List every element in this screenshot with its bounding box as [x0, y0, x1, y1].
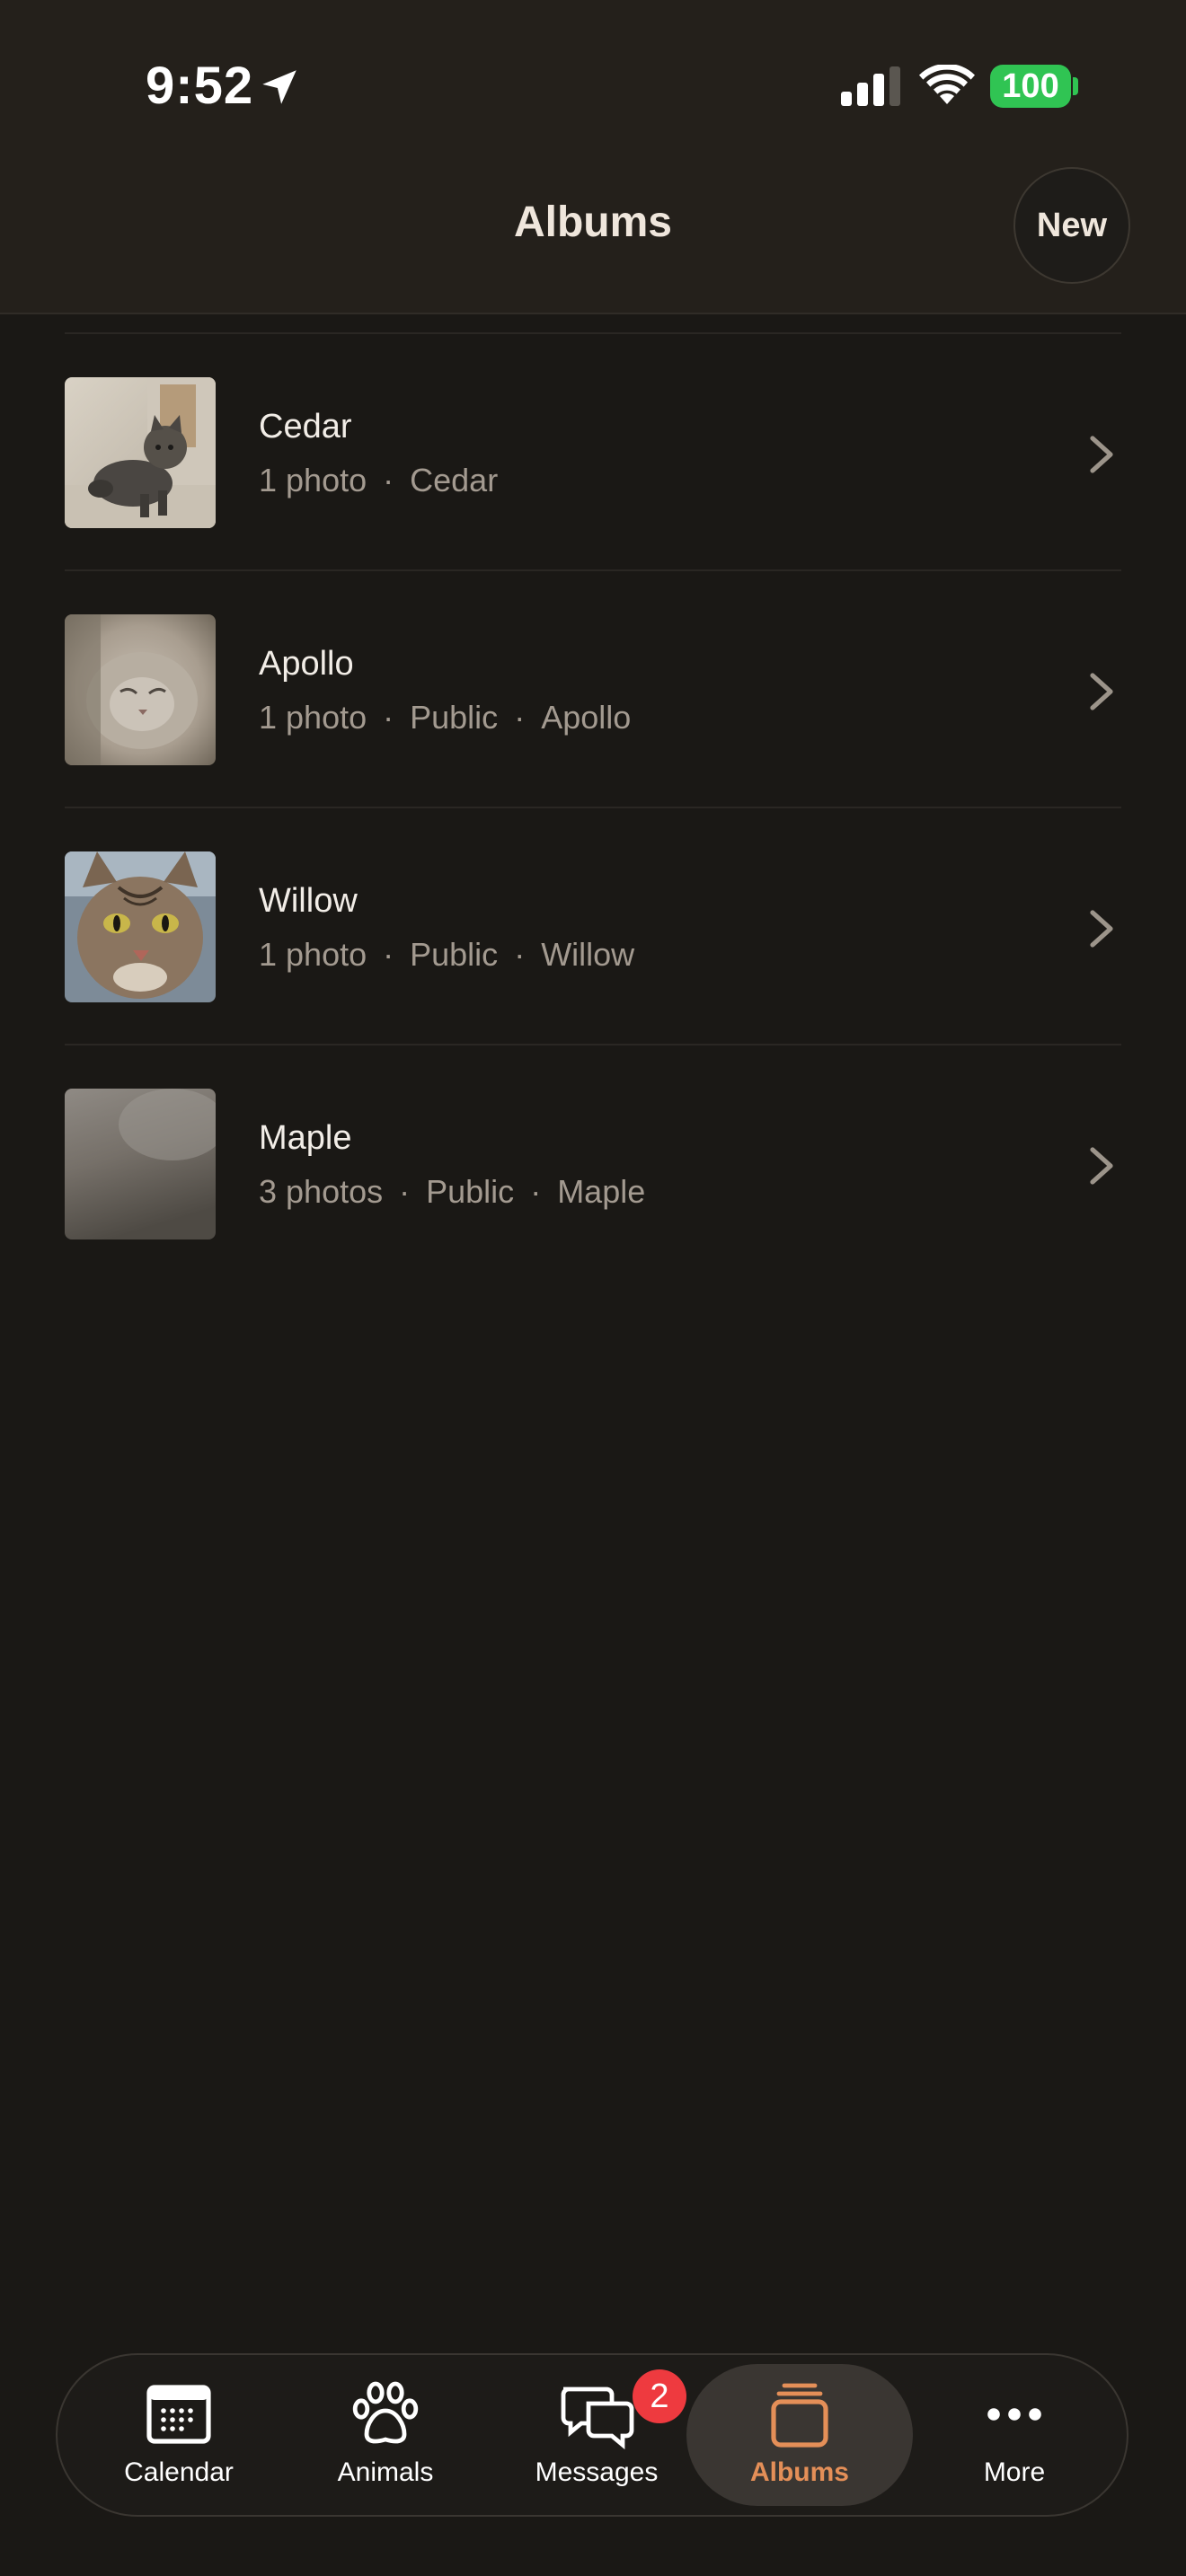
chevron-right-icon [1090, 910, 1113, 948]
album-row-willow[interactable]: Willow 1 photo · Public · Willow [65, 807, 1121, 1044]
album-tag: Public [410, 936, 499, 973]
album-row-maple[interactable]: Maple 3 photos · Public · Maple [65, 1044, 1121, 1281]
photo-count: 1 photo [259, 936, 367, 973]
separator: · [530, 1173, 542, 1210]
album-meta: 1 photo · Public · Willow [259, 936, 634, 974]
wifi-icon [919, 65, 975, 104]
album-tag: Willow [541, 936, 635, 973]
album-name: Willow [259, 882, 358, 920]
photo-count: 1 photo [259, 462, 367, 498]
photo-count: 1 photo [259, 699, 367, 736]
more-icon [987, 2408, 1041, 2421]
unread-badge: 2 [633, 2369, 686, 2423]
tab-label: More [983, 2457, 1046, 2487]
album-name: Apollo [259, 645, 354, 683]
photo-count: 3 photos [259, 1173, 384, 1210]
status-time: 9:52 [146, 57, 254, 115]
tab-label: Albums [749, 2457, 849, 2487]
chevron-right-icon [1090, 1147, 1113, 1185]
album-thumbnail [65, 851, 216, 1002]
calendar-icon [146, 2385, 211, 2444]
album-meta: 3 photos · Public · Maple [259, 1173, 645, 1211]
tab-more[interactable]: More [938, 2355, 1091, 2515]
tab-animals[interactable]: Animals [309, 2355, 462, 2515]
top-bar: 9:52 100 Albums New [0, 0, 1186, 314]
tab-label: Messages [535, 2457, 659, 2487]
battery-indicator: 100 [990, 65, 1071, 108]
albums-icon [771, 2383, 828, 2448]
separator: · [514, 936, 526, 973]
separator: · [383, 699, 394, 736]
messages-icon [561, 2386, 634, 2450]
album-tag: Public [426, 1173, 515, 1210]
separator: · [383, 936, 394, 973]
chevron-right-icon [1090, 673, 1113, 710]
separator: · [514, 699, 526, 736]
album-thumbnail [65, 614, 216, 765]
tab-messages[interactable]: Messages 2 [507, 2355, 686, 2515]
cellular-signal-icon [841, 66, 900, 106]
albums-screen: 9:52 100 Albums New Cedar 1 photo · Ceda… [0, 0, 1186, 2576]
location-arrow-icon [262, 70, 296, 104]
cat-photo [65, 614, 216, 765]
chevron-right-icon [1090, 436, 1113, 473]
album-thumbnail [65, 377, 216, 528]
album-thumbnail [65, 1089, 216, 1239]
album-row-cedar[interactable]: Cedar 1 photo · Cedar [65, 332, 1121, 569]
kitten-photo [65, 377, 216, 528]
separator: · [383, 462, 394, 498]
tab-label: Calendar [124, 2457, 234, 2487]
separator: · [399, 1173, 411, 1210]
tab-label: Animals [337, 2457, 434, 2487]
paw-icon [352, 2381, 419, 2444]
page-title: Albums [513, 198, 672, 246]
tab-bar: Calendar Animals Messages 2 Albums More [56, 2353, 1128, 2517]
new-album-button[interactable]: New [1013, 167, 1130, 284]
blurry-photo [65, 1089, 216, 1239]
album-meta: 1 photo · Cedar [259, 462, 498, 499]
album-name: Maple [259, 1119, 352, 1157]
tabby-cat-photo [65, 851, 216, 1002]
album-name: Cedar [259, 408, 352, 446]
album-tag: Public [410, 699, 499, 736]
album-tag: Cedar [410, 462, 499, 498]
battery-cap [1073, 77, 1078, 95]
album-list: Cedar 1 photo · Cedar Apollo 1 photo · P… [65, 332, 1121, 1281]
album-row-apollo[interactable]: Apollo 1 photo · Public · Apollo [65, 569, 1121, 807]
album-tag: Apollo [541, 699, 632, 736]
album-meta: 1 photo · Public · Apollo [259, 699, 631, 737]
album-tag: Maple [557, 1173, 646, 1210]
tab-calendar[interactable]: Calendar [102, 2355, 255, 2515]
tab-albums[interactable]: Albums [686, 2364, 913, 2506]
